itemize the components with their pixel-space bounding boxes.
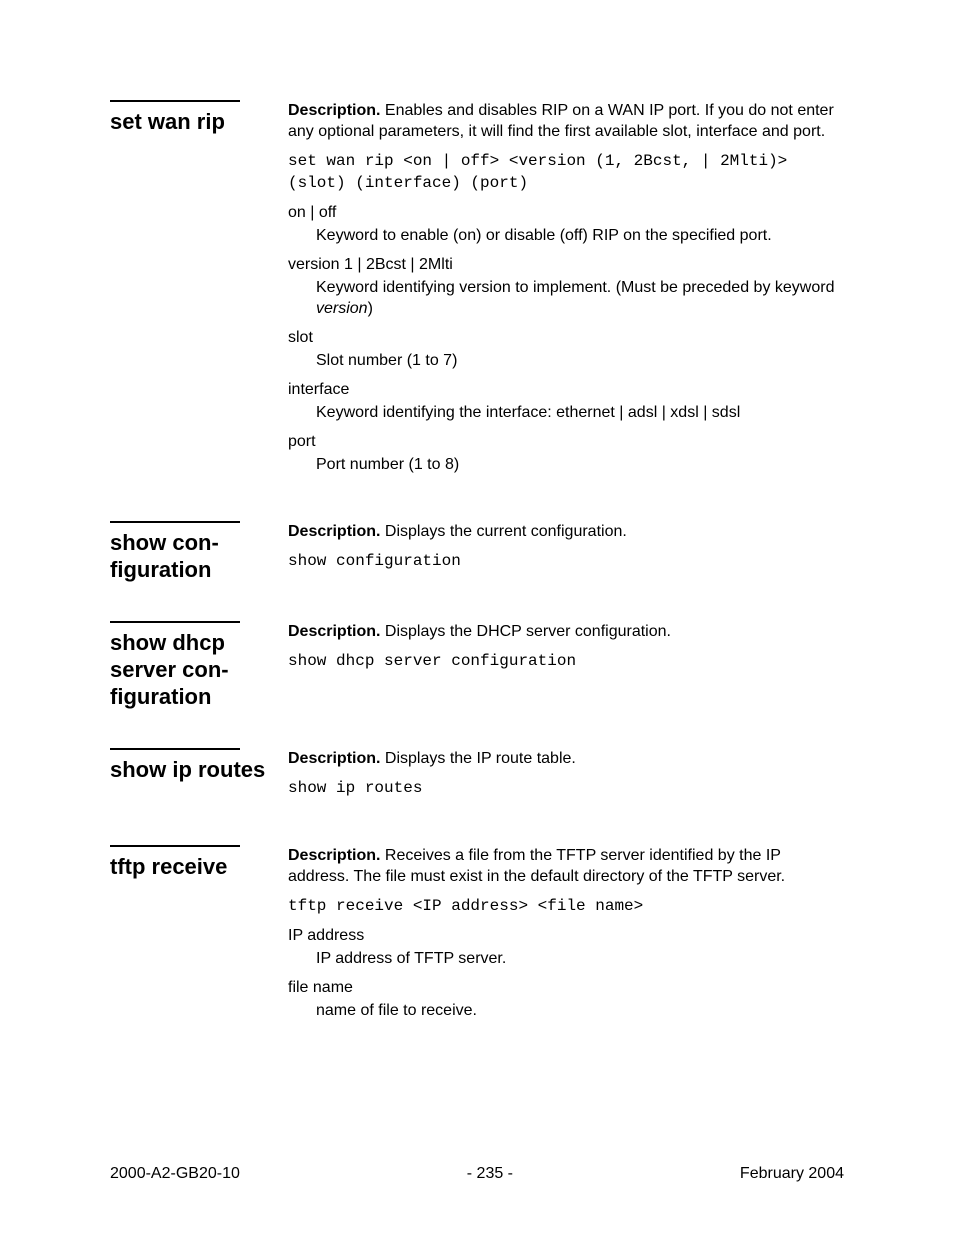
command-body: Description. Displays the current config… xyxy=(288,521,844,583)
description-line: Description. Displays the DHCP server co… xyxy=(288,621,844,642)
description-text: Displays the current configuration. xyxy=(385,523,627,540)
description-line: Description. Displays the current config… xyxy=(288,521,844,542)
command-entry: show ip routes Description. Displays the… xyxy=(110,748,844,807)
param-term: version 1 | 2Bcst | 2Mlti xyxy=(288,254,844,275)
command-name: tftp receive xyxy=(110,853,280,880)
footer-center: - 235 - xyxy=(467,1165,513,1183)
param-def: Keyword identifying the interface: ether… xyxy=(316,402,844,423)
command-left: set wan rip xyxy=(110,100,288,483)
syntax: set wan rip <on | off> <version (1, 2Bcs… xyxy=(288,150,844,194)
command-left: show dhcp server con-figuration xyxy=(110,621,288,710)
rule xyxy=(110,748,240,750)
command-left: show ip routes xyxy=(110,748,288,807)
syntax: tftp receive <IP address> <file name> xyxy=(288,895,844,917)
param-term: slot xyxy=(288,327,844,348)
rule xyxy=(110,845,240,847)
param-term: IP address xyxy=(288,925,844,946)
command-entry: tftp receive Description. Receives a fil… xyxy=(110,845,844,1029)
command-body: Description. Enables and disables RIP on… xyxy=(288,100,844,483)
param-def: Keyword to enable (on) or disable (off) … xyxy=(316,225,844,246)
syntax: show configuration xyxy=(288,550,844,572)
command-name: show con-figuration xyxy=(110,529,280,583)
page-footer: 2000-A2-GB20-10 - 235 - February 2004 xyxy=(110,1165,844,1183)
description-text: Displays the DHCP server configuration. xyxy=(385,623,671,640)
description-label: Description. xyxy=(288,523,380,540)
syntax: show dhcp server configuration xyxy=(288,650,844,672)
description-line: Description. Enables and disables RIP on… xyxy=(288,100,844,142)
syntax: show ip routes xyxy=(288,777,844,799)
param-def: Port number (1 to 8) xyxy=(316,454,844,475)
command-name: show dhcp server con-figuration xyxy=(110,629,280,710)
command-body: Description. Displays the DHCP server co… xyxy=(288,621,844,710)
command-body: Description. Displays the IP route table… xyxy=(288,748,844,807)
command-entry: set wan rip Description. Enables and dis… xyxy=(110,100,844,483)
rule xyxy=(110,100,240,102)
command-entry: show con-figuration Description. Display… xyxy=(110,521,844,583)
command-body: Description. Receives a file from the TF… xyxy=(288,845,844,1029)
description-line: Description. Displays the IP route table… xyxy=(288,748,844,769)
description-label: Description. xyxy=(288,847,380,864)
param-def: Slot number (1 to 7) xyxy=(316,350,844,371)
rule xyxy=(110,621,240,623)
description-label: Description. xyxy=(288,623,380,640)
param-term: on | off xyxy=(288,202,844,223)
param-term: interface xyxy=(288,379,844,400)
param-term: file name xyxy=(288,977,844,998)
command-left: show con-figuration xyxy=(110,521,288,583)
footer-left: 2000-A2-GB20-10 xyxy=(110,1165,240,1183)
footer-right: February 2004 xyxy=(740,1165,844,1183)
command-left: tftp receive xyxy=(110,845,288,1029)
command-name: show ip routes xyxy=(110,756,280,783)
description-label: Description. xyxy=(288,102,380,119)
param-def: IP address of TFTP server. xyxy=(316,948,844,969)
command-name: set wan rip xyxy=(110,108,280,135)
param-def: Keyword identifying version to implement… xyxy=(316,277,844,319)
rule xyxy=(110,521,240,523)
description-label: Description. xyxy=(288,750,380,767)
command-entry: show dhcp server con-figuration Descript… xyxy=(110,621,844,710)
param-term: port xyxy=(288,431,844,452)
param-def: name of file to receive. xyxy=(316,1000,844,1021)
description-text: Displays the IP route table. xyxy=(385,750,576,767)
description-line: Description. Receives a file from the TF… xyxy=(288,845,844,887)
